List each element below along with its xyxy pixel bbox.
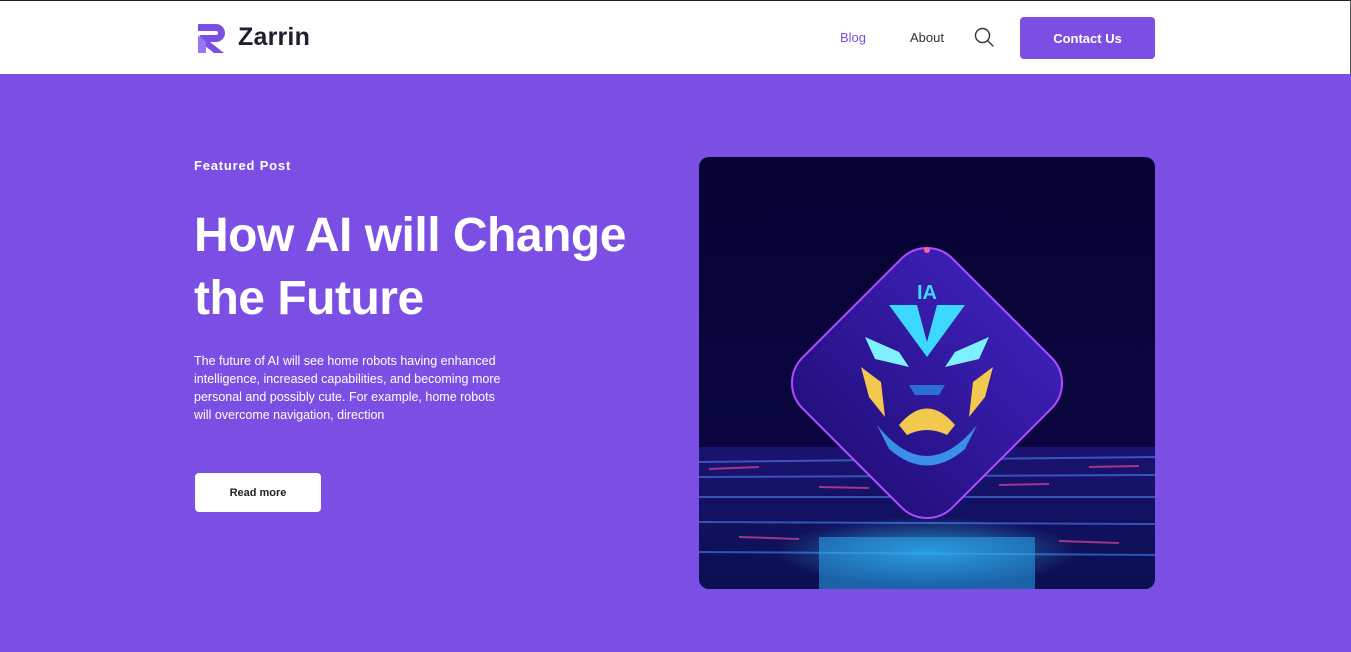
- post-excerpt: The future of AI will see home robots ha…: [194, 354, 501, 422]
- contact-us-button[interactable]: Contact Us: [1020, 17, 1155, 59]
- featured-post-label: Featured Post: [194, 158, 292, 173]
- nav-about-link[interactable]: About: [910, 30, 944, 45]
- post-title[interactable]: How AI will Change the Future: [194, 204, 664, 330]
- site-header: Zarrin Blog About Contact Us: [0, 1, 1351, 74]
- featured-image[interactable]: IA: [699, 157, 1155, 589]
- zarrin-logo-icon: [198, 24, 225, 53]
- read-more-button[interactable]: Read more: [195, 473, 321, 512]
- nav-blog-link[interactable]: Blog: [840, 30, 866, 45]
- brand-name: Zarrin: [238, 23, 311, 51]
- svg-text:IA: IA: [917, 282, 937, 304]
- ai-robot-face-illustration: IA: [699, 157, 1155, 589]
- search-icon[interactable]: [974, 27, 994, 47]
- site-logo[interactable]: Zarrin: [194, 20, 310, 55]
